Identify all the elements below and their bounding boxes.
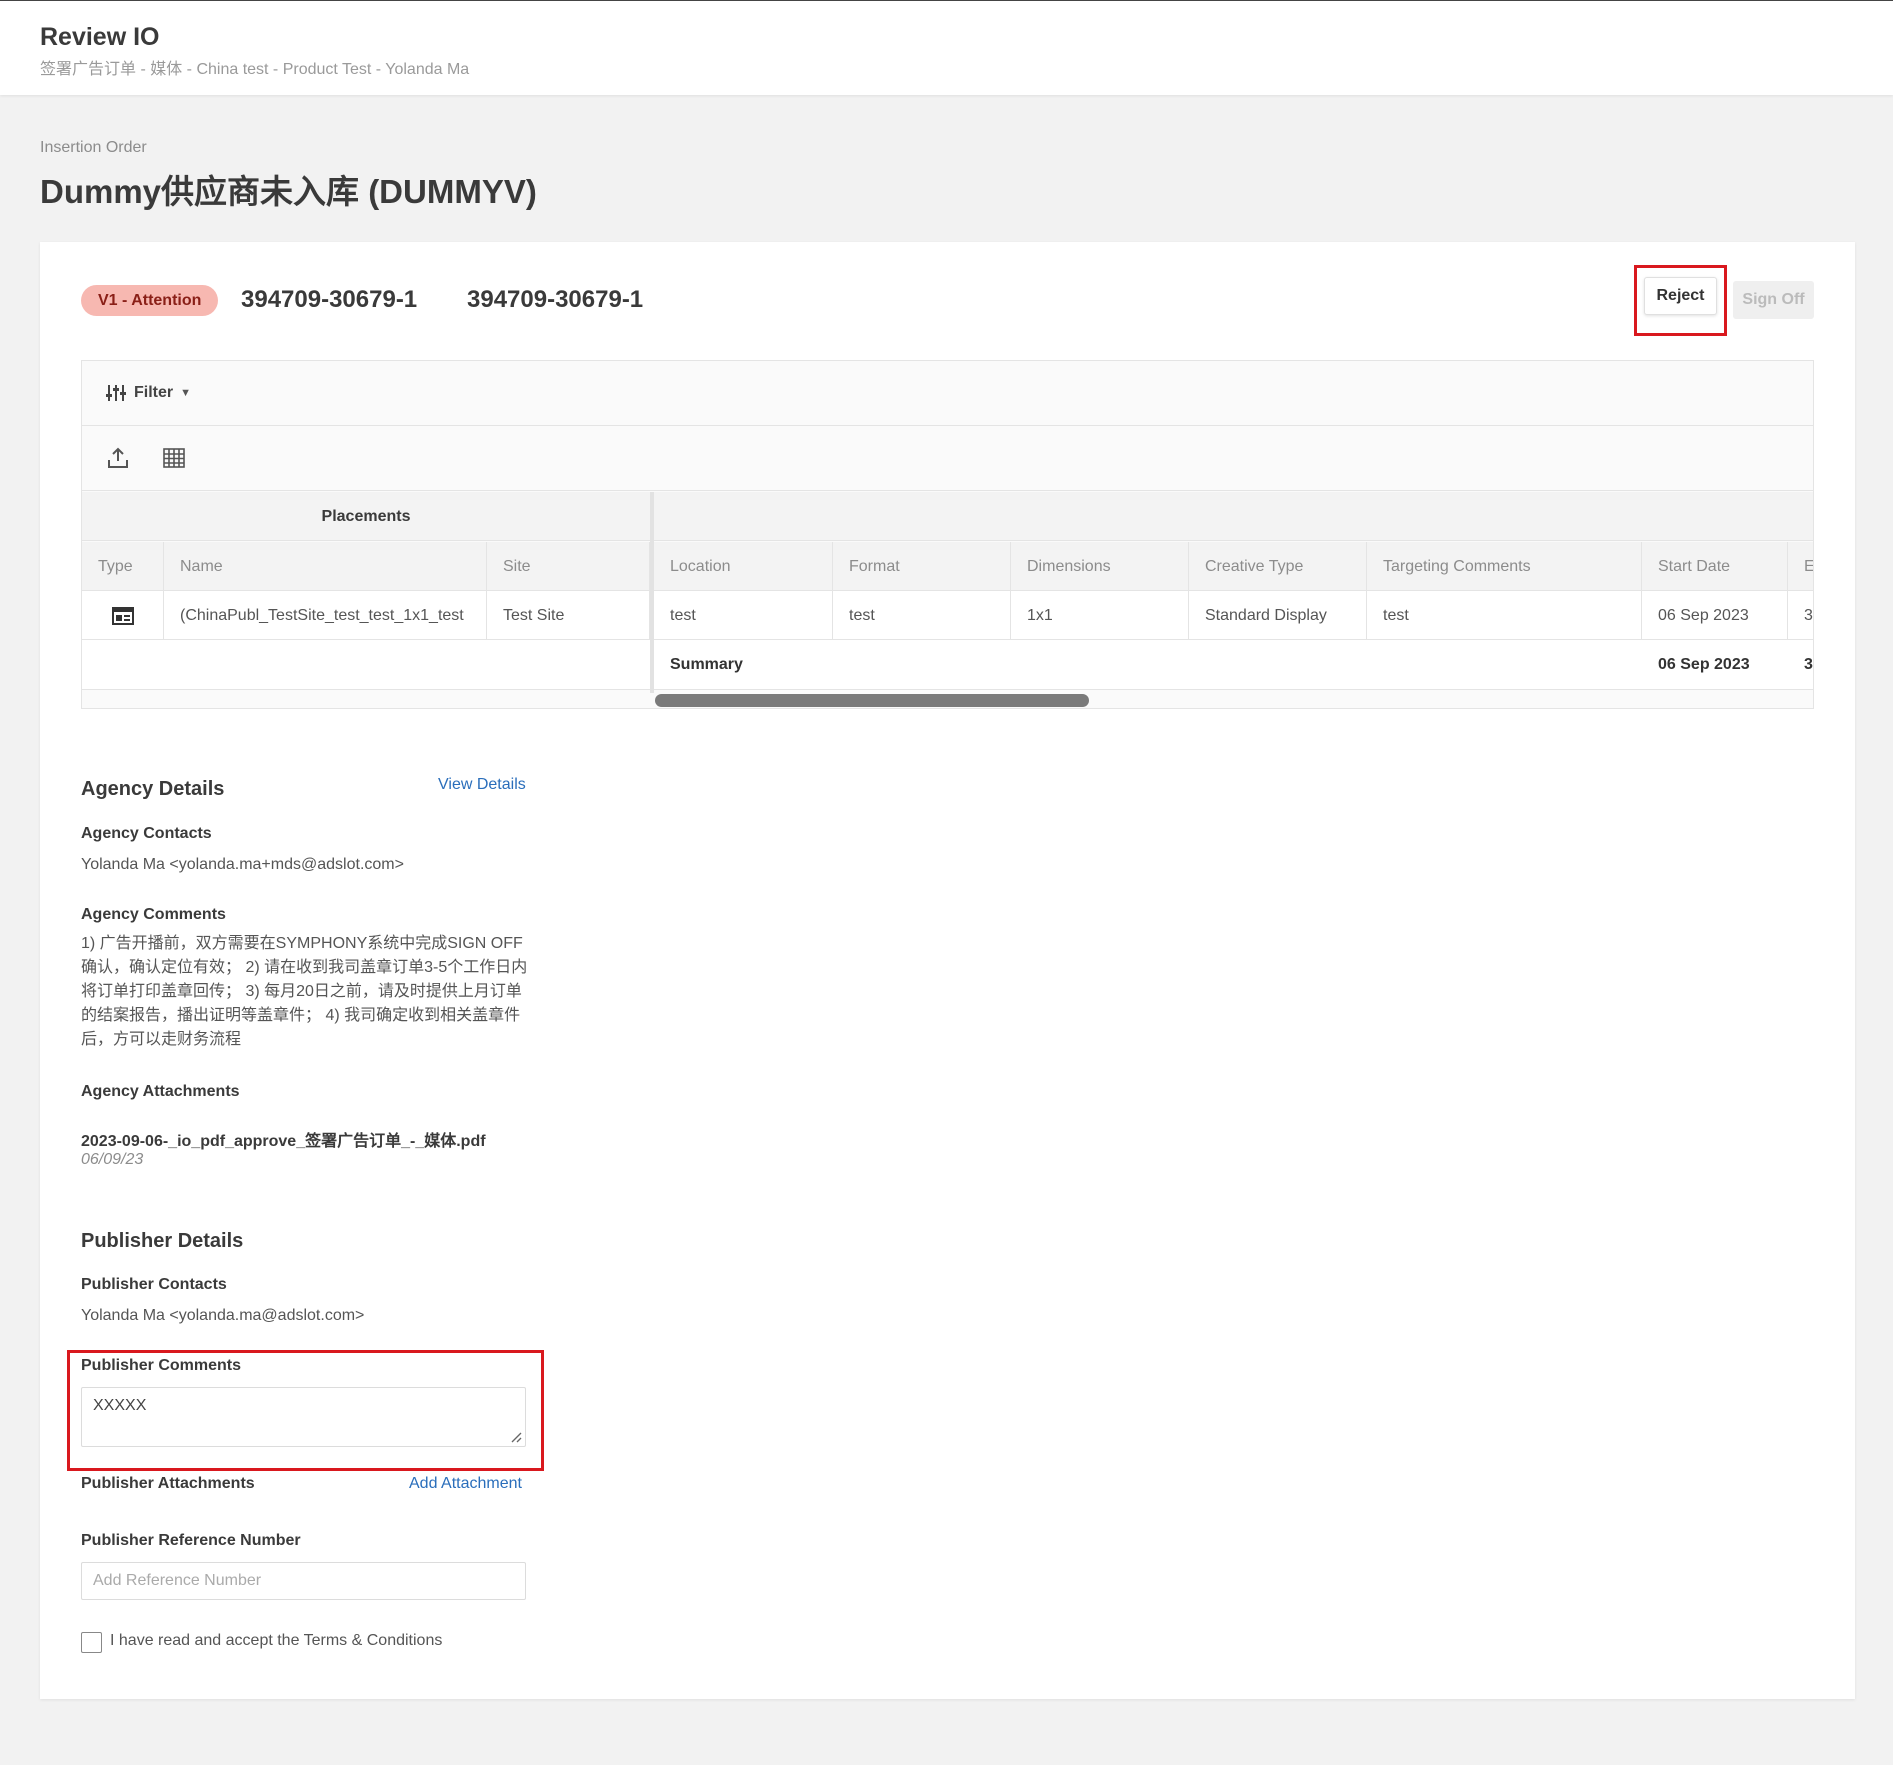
column-header-start-date[interactable]: Start Date	[1642, 542, 1788, 591]
display-ad-type-icon	[112, 606, 134, 625]
caret-down-icon: ▼	[180, 387, 192, 399]
table-row-location: test	[654, 591, 833, 640]
publisher-comments-title: Publisher Comments	[81, 1357, 242, 1374]
summary-label: Summary	[654, 640, 1642, 690]
insertion-order-title: Dummy供应商未入库 (DUMMYV)	[40, 173, 537, 210]
table-row-end-date: 3	[1788, 591, 1813, 640]
filter-label: Filter	[134, 384, 174, 401]
filter-dropdown[interactable]: Filter ▼	[106, 383, 191, 403]
column-header-site[interactable]: Site	[487, 542, 650, 591]
status-badge: V1 - Attention	[81, 285, 219, 316]
table-row-name: (ChinaPubl_TestSite_test_test_1x1_test	[164, 591, 487, 640]
table-columns-icon[interactable]	[162, 446, 186, 470]
agency-contacts-title: Agency Contacts	[81, 825, 212, 842]
insertion-order-label: Insertion Order	[40, 139, 147, 156]
publisher-contact: Yolanda Ma <yolanda.ma@adslot.com>	[81, 1307, 365, 1324]
table-row-creative-type: Standard Display	[1189, 591, 1367, 640]
table-row-type	[82, 591, 164, 640]
table-row-format: test	[833, 591, 1011, 640]
publisher-attachments-title: Publisher Attachments	[81, 1475, 255, 1492]
terms-label[interactable]: I have read and accept the Terms & Condi…	[110, 1632, 442, 1650]
agency-comments: 1) 广告开播前，双方需要在SYMPHONY系统中完成SIGN OFF确认，确认…	[81, 935, 528, 1048]
summary-start-date: 06 Sep 2023	[1642, 640, 1788, 690]
column-group-row: Placements	[82, 492, 1813, 541]
reference-number-input[interactable]	[81, 1562, 526, 1600]
table-row-site: Test Site	[487, 591, 650, 640]
column-header-type[interactable]: Type	[82, 542, 164, 591]
column-header-targeting-comments[interactable]: Targeting Comments	[1367, 542, 1642, 591]
placements-grid: Filter ▼ Placements Type Name Site Locat…	[81, 360, 1814, 709]
table-row-start-date: 06 Sep 2023	[1642, 591, 1788, 640]
table-row-targeting-comments: test	[1367, 591, 1642, 640]
placements-group-header: Placements	[321, 508, 411, 525]
filter-sliders-icon	[106, 385, 126, 401]
publisher-details-title: Publisher Details	[81, 1230, 244, 1252]
io-number: 394709-30679-1	[241, 286, 418, 313]
summary-row-pinned	[82, 640, 650, 690]
page-header: Review IO 签署广告订单 - 媒体 - China test - Pro…	[0, 0, 1893, 95]
agency-attachments-title: Agency Attachments	[81, 1083, 240, 1100]
io-number-secondary: 394709-30679-1	[467, 286, 644, 313]
page-title: Review IO	[40, 23, 160, 51]
reject-button[interactable]: Reject	[1644, 277, 1717, 315]
review-card: V1 - Attention 394709-30679-1 394709-306…	[40, 242, 1855, 1699]
publisher-comments-textarea[interactable]	[81, 1387, 526, 1447]
column-header-end-date[interactable]: E	[1788, 542, 1813, 591]
agency-contact: Yolanda Ma <yolanda.ma+mds@adslot.com>	[81, 856, 404, 873]
agency-attachment-file[interactable]: 2023-09-06-_io_pdf_approve_签署广告订单_-_媒体.p…	[81, 1127, 486, 1151]
column-header-name[interactable]: Name	[164, 542, 487, 591]
column-header-dimensions[interactable]: Dimensions	[1011, 542, 1189, 591]
table-row-dimensions: 1x1	[1011, 591, 1189, 640]
export-upload-icon[interactable]	[106, 446, 130, 470]
agency-comments-title: Agency Comments	[81, 906, 226, 923]
grid-action-toolbar	[82, 426, 1813, 491]
view-details-link[interactable]: View Details	[438, 776, 526, 794]
add-attachment-link[interactable]: Add Attachment	[409, 1475, 522, 1493]
resize-grip-icon[interactable]	[510, 1431, 522, 1443]
agency-attachment-date: 06/09/23	[81, 1151, 144, 1168]
filter-toolbar: Filter ▼	[82, 361, 1813, 426]
column-header-creative-type[interactable]: Creative Type	[1189, 542, 1367, 591]
publisher-reference-title: Publisher Reference Number	[81, 1532, 301, 1549]
summary-end-date: 3	[1788, 640, 1813, 690]
publisher-contacts-title: Publisher Contacts	[81, 1276, 227, 1293]
column-header-format[interactable]: Format	[833, 542, 1011, 591]
breadcrumb: 签署广告订单 - 媒体 - China test - Product Test …	[40, 61, 470, 78]
agency-details-title: Agency Details	[81, 778, 225, 800]
column-header-location[interactable]: Location	[654, 542, 833, 591]
terms-checkbox[interactable]	[81, 1632, 102, 1653]
horizontal-scrollbar[interactable]	[655, 694, 1089, 707]
sign-off-button[interactable]: Sign Off	[1733, 281, 1814, 319]
